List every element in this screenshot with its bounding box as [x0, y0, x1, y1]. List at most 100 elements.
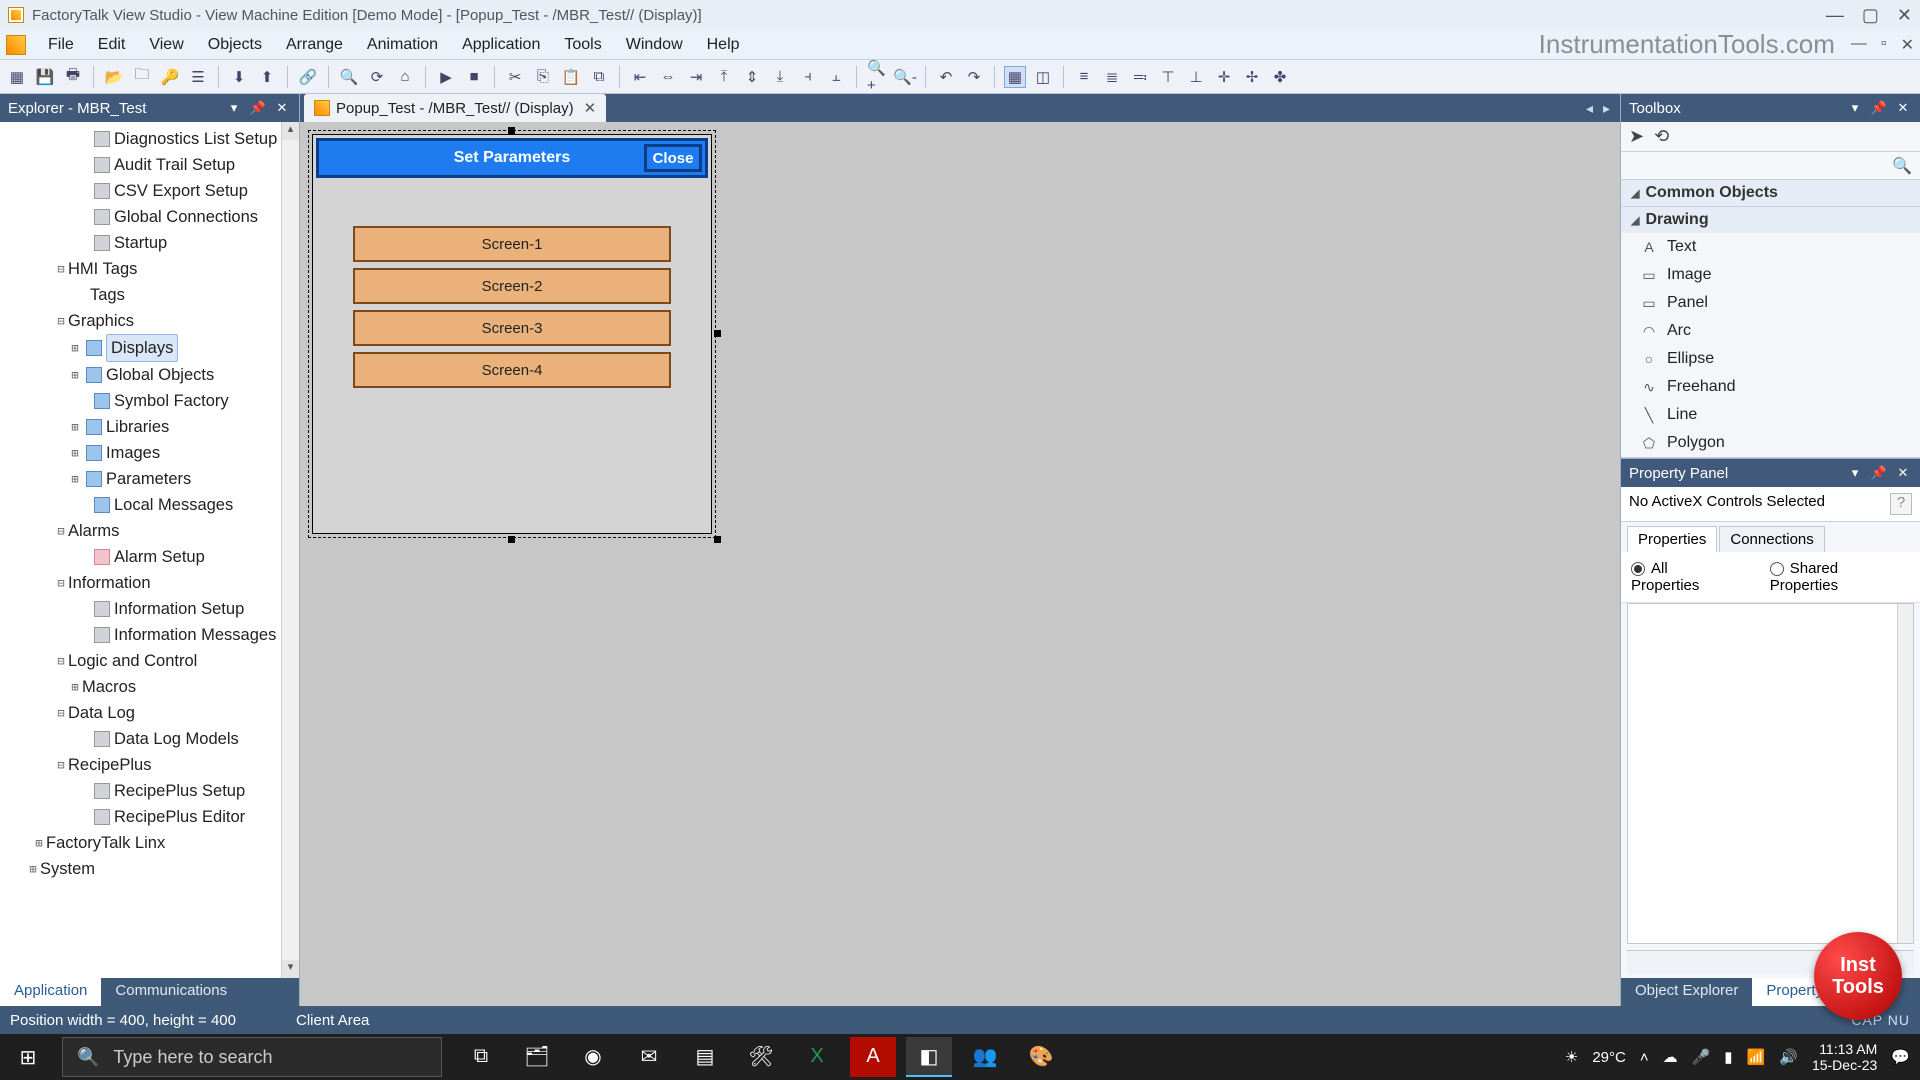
- paint-icon[interactable]: 🎨: [1018, 1037, 1064, 1077]
- tree-node[interactable]: RecipePlus Setup: [6, 778, 299, 804]
- scroll-up-icon[interactable]: ▴: [282, 122, 299, 140]
- toolbox-item[interactable]: ∿Freehand: [1621, 373, 1920, 401]
- tree-node[interactable]: Alarm Setup: [6, 544, 299, 570]
- tb-align-r-icon[interactable]: ⇥: [685, 66, 707, 88]
- toolbox-pin-icon[interactable]: 📌: [1870, 100, 1888, 116]
- property-dropdown-icon[interactable]: ▾: [1846, 465, 1864, 481]
- resize-handle[interactable]: [508, 536, 515, 543]
- tb-key-icon[interactable]: 🔑: [159, 66, 181, 88]
- tree-node[interactable]: ⊟HMI Tags: [6, 256, 299, 282]
- tb-align-t-icon[interactable]: ⤒: [713, 66, 735, 88]
- tree-node[interactable]: Tags: [6, 282, 299, 308]
- minimize-icon[interactable]: —: [1826, 5, 1844, 26]
- tb-play-icon[interactable]: ▶: [435, 66, 457, 88]
- toolbox-group-drawing[interactable]: ◢Drawing: [1621, 207, 1920, 233]
- toolbox-item[interactable]: AText: [1621, 233, 1920, 261]
- properties-tab[interactable]: Properties: [1627, 526, 1717, 552]
- tb-open-icon[interactable]: 📂: [103, 66, 125, 88]
- tb-align-c-icon[interactable]: ⇔: [657, 66, 679, 88]
- tb-cut-icon[interactable]: ✂: [504, 66, 526, 88]
- tree-node[interactable]: Audit Trail Setup: [6, 152, 299, 178]
- inst-tools-badge[interactable]: Inst Tools: [1814, 932, 1902, 1020]
- wifi-icon[interactable]: 📶: [1747, 1048, 1766, 1066]
- document-tab-close-icon[interactable]: ✕: [584, 99, 597, 117]
- tb-tag-icon[interactable]: ⌂: [394, 66, 416, 88]
- tb-paste-icon[interactable]: 📋: [560, 66, 582, 88]
- battery-icon[interactable]: ▮: [1724, 1048, 1732, 1066]
- tb-al4-icon[interactable]: ⊤: [1157, 66, 1179, 88]
- tb-align-l-icon[interactable]: ⇤: [629, 66, 651, 88]
- volume-icon[interactable]: 🔊: [1779, 1048, 1798, 1066]
- tb-save-icon[interactable]: 💾: [34, 66, 56, 88]
- excel-icon[interactable]: X: [794, 1037, 840, 1077]
- tb-stop-icon[interactable]: ■: [463, 66, 485, 88]
- tb-al6-icon[interactable]: ✛: [1213, 66, 1235, 88]
- tray-chevron-icon[interactable]: ˄: [1640, 1049, 1649, 1066]
- tb-dist-h-icon[interactable]: ⫞: [797, 66, 819, 88]
- tree-node[interactable]: CSV Export Setup: [6, 178, 299, 204]
- shared-properties-radio[interactable]: Shared Properties: [1770, 560, 1910, 594]
- all-properties-radio[interactable]: All Properties: [1631, 560, 1740, 594]
- tree-node[interactable]: Information Setup: [6, 596, 299, 622]
- tree-node[interactable]: Local Messages: [6, 492, 299, 518]
- toolbox-item[interactable]: ▭Image: [1621, 261, 1920, 289]
- screen-1-button[interactable]: Screen-1: [353, 226, 671, 262]
- mdi-close-icon[interactable]: ✕: [1901, 35, 1914, 55]
- tb-dist-v-icon[interactable]: ⫠: [825, 66, 847, 88]
- tb-find-icon[interactable]: 🔍: [338, 66, 360, 88]
- menu-window[interactable]: Window: [614, 32, 695, 58]
- tb-undo-icon[interactable]: ↶: [935, 66, 957, 88]
- scroll-down-icon[interactable]: ▾: [282, 960, 299, 978]
- design-canvas[interactable]: Set Parameters Close Screen-1 Screen-2 S…: [300, 122, 1620, 1006]
- explorer-scrollbar[interactable]: ▴ ▾: [281, 122, 299, 978]
- tree-node[interactable]: Startup: [6, 230, 299, 256]
- weather-icon[interactable]: ☀: [1565, 1048, 1578, 1066]
- notifications-icon[interactable]: 💬: [1891, 1048, 1910, 1066]
- menu-application[interactable]: Application: [450, 32, 552, 58]
- tb-redo-icon[interactable]: ↷: [963, 66, 985, 88]
- tb-grid-icon[interactable]: ▦: [1004, 66, 1026, 88]
- screen-4-button[interactable]: Screen-4: [353, 352, 671, 388]
- tree-node[interactable]: ⊞Global Objects: [6, 362, 299, 388]
- tb-snap-icon[interactable]: ◫: [1032, 66, 1054, 88]
- document-tab[interactable]: Popup_Test - /MBR_Test// (Display) ✕: [304, 94, 606, 122]
- tree-node[interactable]: ⊞System: [6, 856, 299, 882]
- tb-al5-icon[interactable]: ⊥: [1185, 66, 1207, 88]
- toolbox-item[interactable]: ▭Panel: [1621, 289, 1920, 317]
- screen-2-button[interactable]: Screen-2: [353, 268, 671, 304]
- popup-display-object[interactable]: Set Parameters Close Screen-1 Screen-2 S…: [312, 134, 712, 534]
- explorer-dropdown-icon[interactable]: ▾: [225, 100, 243, 116]
- mic-icon[interactable]: 🎤: [1692, 1048, 1711, 1066]
- tb-al8-icon[interactable]: ✤: [1269, 66, 1291, 88]
- start-button[interactable]: ⊞: [0, 1034, 56, 1080]
- maximize-icon[interactable]: ▢: [1862, 5, 1879, 26]
- toolbox-item[interactable]: ○Ellipse: [1621, 345, 1920, 373]
- menu-help[interactable]: Help: [695, 32, 752, 58]
- doc-nav-right-icon[interactable]: ▸: [1603, 100, 1610, 117]
- tree-node[interactable]: ⊟Information: [6, 570, 299, 596]
- tree-node[interactable]: Symbol Factory: [6, 388, 299, 414]
- tree-node[interactable]: ⊞Displays: [6, 334, 299, 362]
- tb-al2-icon[interactable]: ≣: [1101, 66, 1123, 88]
- resize-handle[interactable]: [508, 127, 515, 134]
- outlook-icon[interactable]: ✉: [626, 1037, 672, 1077]
- doc-nav-left-icon[interactable]: ◂: [1586, 100, 1593, 117]
- tree-node[interactable]: ⊞FactoryTalk Linx: [6, 830, 299, 856]
- explorer-tab-communications[interactable]: Communications: [101, 978, 241, 1006]
- tb-new-icon[interactable]: ▦: [6, 66, 28, 88]
- tree-node[interactable]: RecipePlus Editor: [6, 804, 299, 830]
- tb-folder-icon[interactable]: 🗀: [131, 66, 153, 88]
- tree-node[interactable]: ⊞Macros: [6, 674, 299, 700]
- explorer-pin-icon[interactable]: 📌: [249, 100, 267, 116]
- object-explorer-tab[interactable]: Object Explorer: [1621, 978, 1752, 1006]
- mdi-restore-icon[interactable]: ▫: [1881, 35, 1887, 55]
- mdi-minimize-icon[interactable]: —: [1851, 35, 1867, 55]
- tree-node[interactable]: ⊞Parameters: [6, 466, 299, 492]
- tb-align-b-icon[interactable]: ⤓: [769, 66, 791, 88]
- tb-dup-icon[interactable]: ⧉: [588, 66, 610, 88]
- app-icon-1[interactable]: ▤: [682, 1037, 728, 1077]
- tree-node[interactable]: ⊟RecipePlus: [6, 752, 299, 778]
- acrobat-icon[interactable]: A: [850, 1037, 896, 1077]
- tree-node[interactable]: Diagnostics List Setup: [6, 126, 299, 152]
- onedrive-icon[interactable]: ☁: [1663, 1048, 1678, 1066]
